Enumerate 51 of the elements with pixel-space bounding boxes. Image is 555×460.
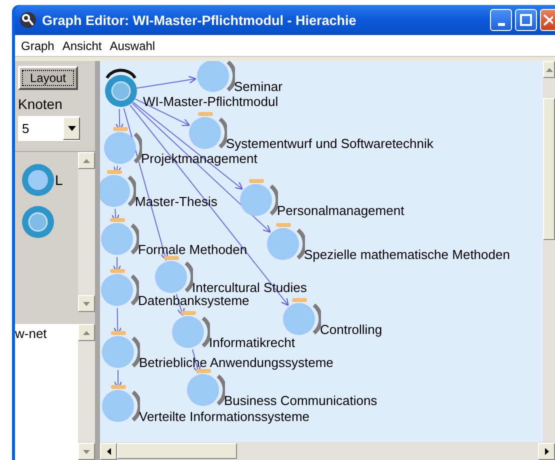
scroll-left-button[interactable] [100, 442, 117, 460]
scroll-up-button[interactable] [78, 152, 95, 169]
node-icon[interactable] [21, 205, 55, 239]
node-label[interactable]: Intercultural Studies [192, 281, 307, 295]
scroll-up-button[interactable] [543, 61, 555, 78]
maximize-icon [520, 14, 532, 26]
node-label[interactable]: Systementwurf und Softwaretechnik [226, 137, 434, 151]
logo-icon [19, 11, 37, 29]
caret-down-icon [68, 126, 76, 131]
caret-down-icon [83, 450, 90, 454]
node-label[interactable]: Projektmanagement [141, 152, 258, 166]
nodes-label: Knoten [18, 96, 64, 112]
close-icon [543, 14, 553, 26]
caret-down-icon [83, 302, 90, 306]
edge-arrow [136, 76, 196, 89]
node-label[interactable]: Spezielle mathematische Methoden [304, 248, 510, 262]
layout-button[interactable]: Layout [18, 66, 78, 90]
scroll-right-button[interactable] [538, 442, 555, 460]
scroll-down-button[interactable] [78, 295, 95, 312]
node-label[interactable]: Master-Thesis [135, 195, 218, 209]
minimize-icon [498, 23, 504, 26]
maximize-button[interactable] [515, 9, 537, 31]
close-button[interactable] [540, 9, 555, 31]
node-label[interactable]: Verteilte Informationssysteme [139, 410, 310, 424]
menu-item[interactable]: Ansicht [58, 38, 106, 52]
node-icon[interactable] [21, 163, 55, 197]
node-label[interactable]: WI-Master-Pflichtmodul [143, 95, 278, 109]
node-icon [195, 61, 235, 93]
nodes-dropdown[interactable]: 5 [18, 116, 80, 141]
node-label[interactable]: Informatikrecht [209, 336, 295, 350]
node-label[interactable]: Seminar [234, 80, 282, 94]
caret-up-icon [83, 158, 90, 162]
node-label[interactable]: Controlling [320, 323, 382, 337]
scroll-thumb[interactable] [543, 98, 555, 240]
node-label[interactable]: Personalmanagement [277, 204, 404, 218]
scroll-up-button[interactable] [78, 324, 95, 341]
caret-up-icon [546, 68, 552, 72]
node-label[interactable]: Datenbanksysteme [138, 294, 250, 308]
menu-item[interactable]: Auswahl [106, 38, 160, 52]
node-label[interactable]: Business Communications [224, 394, 378, 408]
caret-left-icon [106, 448, 110, 454]
caret-up-icon [83, 330, 90, 334]
list-item-label[interactable]: L [55, 172, 63, 188]
minimize-button[interactable] [490, 9, 512, 31]
scroll-thumb[interactable] [117, 443, 237, 459]
menu-item[interactable]: Graph [17, 38, 58, 52]
node-label[interactable]: Formale Methoden [138, 243, 248, 257]
node-label[interactable]: Betriebliche Anwendungssysteme [139, 356, 334, 370]
window-title: Graph Editor: WI-Master-Pflichtmodul - Hierachie [42, 12, 358, 28]
scroll-down-button[interactable] [78, 443, 95, 460]
caret-right-icon [544, 448, 548, 454]
